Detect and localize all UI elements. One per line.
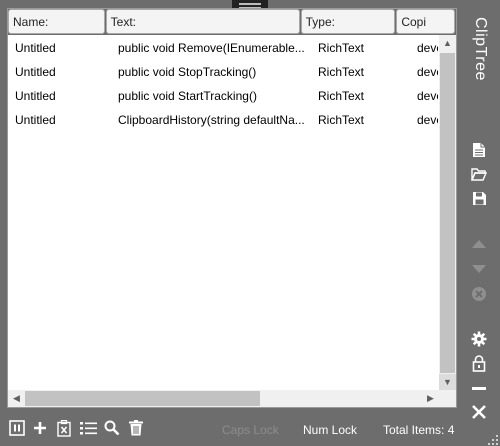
column-header-row: Name: Text: Type: Copi (8, 9, 456, 35)
list-view-icon[interactable] (79, 419, 97, 437)
vertical-scrollbar[interactable]: ▲ ▼ (439, 35, 456, 391)
total-items-count: Total Items: 4 (383, 423, 455, 437)
cell-text: public void StartTracking() (118, 89, 257, 103)
cell-name: Untitled (15, 65, 56, 79)
cell-type: RichText (318, 89, 365, 103)
table-row[interactable]: Untitled public void StopTracking() Rich… (8, 60, 438, 84)
cell-type: RichText (318, 41, 365, 55)
cell-text: public void StopTracking() (118, 65, 257, 79)
move-up-icon (469, 235, 489, 253)
table-row[interactable]: Untitled public void Remove(IEnumerable.… (8, 36, 438, 60)
horizontal-scroll-thumb[interactable] (25, 391, 260, 406)
open-folder-icon[interactable] (469, 165, 489, 183)
column-header-text[interactable]: Text: (105, 9, 300, 34)
caps-lock-indicator: Caps Lock (222, 423, 279, 437)
minimize-icon[interactable] (469, 380, 489, 398)
scroll-right-arrow-icon[interactable]: ▶ (422, 390, 439, 407)
add-icon[interactable] (31, 419, 49, 437)
cell-name: Untitled (15, 89, 56, 103)
lock-icon[interactable] (469, 354, 489, 372)
cell-copied: deve (417, 113, 438, 127)
remove-icon (469, 285, 489, 303)
cell-copied: deve (417, 65, 438, 79)
cell-type: RichText (318, 65, 365, 79)
delete-icon[interactable] (127, 419, 145, 437)
cell-type: RichText (318, 113, 365, 127)
scrollbar-corner (439, 390, 456, 407)
cell-name: Untitled (15, 113, 56, 127)
settings-icon[interactable] (469, 330, 489, 348)
vertical-scroll-thumb[interactable] (440, 53, 455, 373)
cell-copied: deve (417, 89, 438, 103)
scroll-left-arrow-icon[interactable]: ◀ (8, 390, 25, 407)
clipboard-list[interactable]: Name: Text: Type: Copi Untitled public v… (7, 8, 457, 408)
cell-copied: deve (417, 41, 438, 55)
scroll-up-arrow-icon[interactable]: ▲ (439, 35, 456, 52)
cell-text: ClipboardHistory(string defaultNa... (118, 113, 305, 127)
move-down-icon (469, 260, 489, 278)
new-document-icon[interactable] (469, 141, 489, 159)
cell-name: Untitled (15, 41, 56, 55)
horizontal-scrollbar[interactable]: ◀ ▶ (8, 390, 439, 407)
table-row[interactable]: Untitled ClipboardHistory(string default… (8, 108, 438, 132)
pause-icon[interactable] (8, 419, 26, 437)
search-icon[interactable] (103, 419, 121, 437)
table-row[interactable]: Untitled public void StartTracking() Ric… (8, 84, 438, 108)
column-header-name[interactable]: Name: (8, 9, 105, 34)
clear-icon[interactable] (55, 419, 73, 437)
save-icon[interactable] (469, 189, 489, 207)
close-icon[interactable] (469, 403, 489, 421)
resize-grip-icon[interactable] (488, 434, 498, 445)
cell-text: public void Remove(IEnumerable... (118, 41, 305, 55)
column-header-type[interactable]: Type: (300, 9, 396, 34)
scroll-down-arrow-icon[interactable]: ▼ (439, 374, 456, 391)
table-body: Untitled public void Remove(IEnumerable.… (8, 36, 438, 132)
column-header-copied[interactable]: Copi (396, 9, 455, 34)
app-title: ClipTree (472, 17, 489, 81)
num-lock-indicator: Num Lock (303, 423, 358, 437)
